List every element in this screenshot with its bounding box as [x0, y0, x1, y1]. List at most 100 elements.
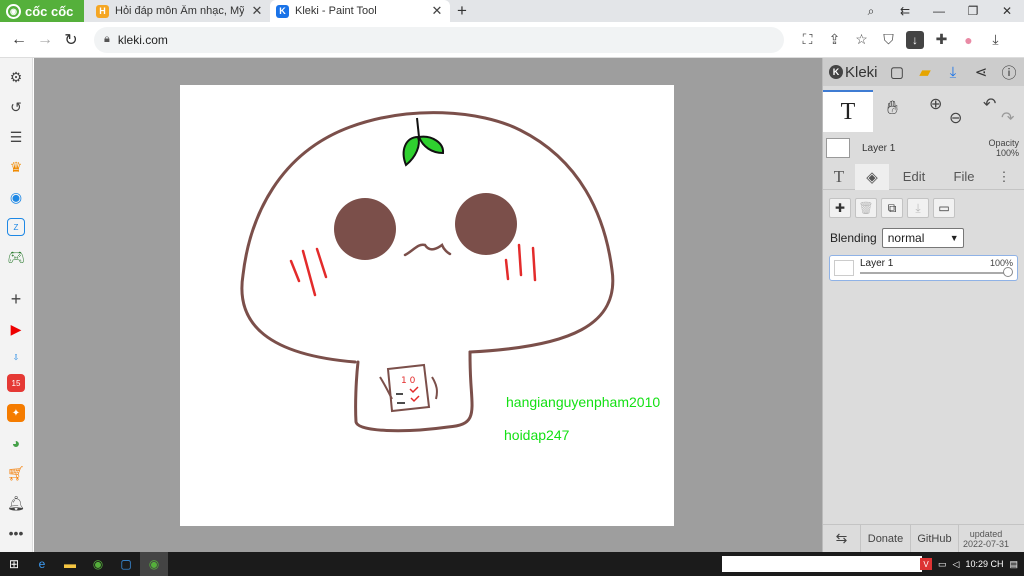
- zalo-icon[interactable]: Z: [7, 218, 25, 236]
- windows-start-icon[interactable]: ⊞: [0, 552, 28, 576]
- tab-kleki[interactable]: K Kleki - Paint Tool ✕: [270, 0, 450, 22]
- volume-icon[interactable]: ◁: [953, 559, 960, 570]
- leaf-right: [417, 135, 445, 155]
- github-link[interactable]: GitHub: [911, 524, 959, 553]
- system-tray: ⌃ V ▭ ◁ 10:29 CH ▤: [906, 552, 1018, 576]
- zoom-in-icon[interactable]: ⊕: [929, 94, 942, 114]
- drawing-canvas[interactable]: 1 0 hangianguyenpham2010 hoidap247: [180, 85, 674, 526]
- text-tool-button[interactable]: T: [823, 90, 873, 132]
- eye-right: [455, 193, 517, 255]
- share-icon[interactable]: ⇪: [821, 31, 848, 48]
- vivaldi-tray-icon[interactable]: V: [920, 558, 933, 570]
- save-download-icon[interactable]: ⤓: [939, 64, 967, 81]
- zalo-taskbar-icon[interactable]: ▢: [112, 552, 140, 576]
- history-icon[interactable]: ↺: [7, 98, 25, 116]
- layer-preview-name: Layer 1: [862, 142, 896, 154]
- game-icon[interactable]: 🎮︎: [7, 248, 25, 266]
- extensions-icon[interactable]: ✚: [928, 31, 955, 48]
- eye-left: [334, 198, 396, 260]
- layer-list-item[interactable]: Layer 1 100%: [829, 255, 1018, 281]
- back-history-icon[interactable]: ⇇: [888, 4, 922, 18]
- blending-control: Blending normal ▼: [830, 228, 964, 248]
- new-image-icon[interactable]: ▢: [883, 63, 911, 81]
- reload-icon[interactable]: ↻: [58, 30, 84, 50]
- kleki-header: K Kleki ▢ ▰ ⤓ ⋖ ⓘ: [823, 58, 1024, 86]
- back-icon[interactable]: ←: [6, 31, 32, 49]
- bookmark-star-icon[interactable]: ☆: [848, 31, 875, 48]
- layer-opacity-track[interactable]: [860, 272, 1007, 274]
- forward-icon[interactable]: →: [32, 31, 58, 49]
- lock-icon: 🔒︎: [104, 33, 110, 45]
- opacity-label: Opacity: [988, 138, 1019, 148]
- coccoc-logo-icon: ◉: [6, 3, 21, 19]
- shield-icon[interactable]: ⛉: [875, 31, 902, 48]
- downloads-icon[interactable]: ⤓: [982, 31, 1009, 48]
- notification-center-icon[interactable]: ▤: [1009, 559, 1018, 570]
- signature-hangianguyenpham2010: hangianguyenpham2010: [506, 394, 661, 410]
- help-icon[interactable]: ⓘ: [995, 62, 1023, 83]
- share-icon[interactable]: ⋖: [967, 63, 995, 81]
- signature-hoidap247: hoidap247: [504, 427, 570, 443]
- kleki-logo[interactable]: K Kleki: [823, 64, 883, 81]
- layer-opacity-slider[interactable]: [1003, 267, 1013, 277]
- calendar-icon[interactable]: 15: [7, 374, 25, 392]
- file-explorer-icon[interactable]: ▬: [56, 552, 84, 576]
- preview-opacity: Opacity 100%: [988, 138, 1019, 158]
- tab-file[interactable]: File: [939, 164, 989, 190]
- clock-time[interactable]: 10:29 CH: [965, 559, 1003, 569]
- coccoc-brand[interactable]: ◉ cốc cốc: [0, 0, 84, 22]
- settings-icon[interactable]: ⚙: [7, 68, 25, 86]
- edge-icon[interactable]: e: [28, 552, 56, 576]
- coccoc-taskbar-icon[interactable]: ◉: [84, 552, 112, 576]
- notification-bell-icon[interactable]: 🔔︎: [7, 494, 25, 512]
- translate-icon[interactable]: ⛶: [794, 31, 821, 48]
- duplicate-layer-icon[interactable]: ⧉: [881, 198, 903, 218]
- text-tool-label: T: [840, 98, 856, 125]
- address-bar: ← → ↻ 🔒︎ kleki.com ⛶ ⇪ ☆ ⛉ ↓ ✚ ● ⤓: [0, 22, 1024, 58]
- tray-chevron-icon[interactable]: ⌃: [906, 559, 914, 570]
- pig-extension-icon[interactable]: ●: [955, 32, 982, 48]
- reading-list-icon[interactable]: ☰: [7, 128, 25, 146]
- tab-search-icon[interactable]: ⌕: [854, 4, 888, 19]
- tab-layers-icon[interactable]: ◈: [855, 163, 889, 190]
- extension-area: ⛶ ⇪ ☆ ⛉ ↓ ✚ ● ⤓: [794, 30, 1009, 49]
- add-layer-icon[interactable]: ✚: [829, 198, 851, 218]
- add-shortcut-icon[interactable]: +: [7, 289, 25, 309]
- redo-icon[interactable]: ↷: [1001, 108, 1014, 128]
- taskbar-search-field[interactable]: [722, 556, 922, 572]
- hand-tool-icon[interactable]: ✋︎: [887, 98, 898, 120]
- rename-layer-icon[interactable]: ▭: [933, 198, 955, 218]
- messenger-icon[interactable]: ◉: [7, 188, 25, 206]
- blending-select[interactable]: normal ▼: [881, 228, 964, 248]
- close-window-icon[interactable]: ✕: [990, 4, 1024, 18]
- url-field[interactable]: 🔒︎ kleki.com: [94, 26, 784, 53]
- delete-layer-icon[interactable]: 🗑︎: [855, 198, 877, 218]
- youtube-icon[interactable]: ▶: [7, 320, 25, 338]
- close-tab-icon[interactable]: ✕: [430, 3, 444, 19]
- more-menu-icon[interactable]: ⋮: [989, 164, 1019, 190]
- shopping-cart-icon[interactable]: 🛒︎: [7, 464, 25, 482]
- crown-icon[interactable]: ♛: [7, 158, 25, 176]
- open-folder-icon[interactable]: ▰: [911, 63, 939, 81]
- close-tab-icon[interactable]: ✕: [250, 3, 264, 19]
- download-page-icon[interactable]: ↓: [906, 30, 924, 49]
- swap-side-icon[interactable]: ⇆: [823, 524, 861, 553]
- layer-thumbnail[interactable]: [826, 138, 850, 158]
- canvas-workspace[interactable]: 1 0 hangianguyenpham2010 hoidap247: [34, 58, 822, 552]
- zoom-out-icon[interactable]: ⊖: [949, 108, 962, 128]
- tab-edit[interactable]: Edit: [889, 164, 939, 190]
- restore-icon[interactable]: ❐: [956, 4, 990, 18]
- more-icon[interactable]: •••: [7, 524, 25, 542]
- tab-hoidap[interactable]: H Hỏi đáp môn Âm nhạc, Mỹ thuật ✕: [90, 0, 270, 22]
- download-small-icon[interactable]: ⇩: [7, 348, 25, 366]
- merge-down-icon[interactable]: ⤓: [907, 198, 929, 218]
- tab-tool-settings[interactable]: T: [823, 164, 855, 190]
- coccoc-app-icon[interactable]: ◕: [7, 434, 25, 452]
- minimize-icon[interactable]: —: [922, 4, 956, 18]
- coccoc-active-taskbar-icon[interactable]: ◉: [140, 552, 168, 576]
- donate-link[interactable]: Donate: [861, 524, 911, 553]
- undo-icon[interactable]: ↶: [983, 94, 996, 114]
- new-tab-button[interactable]: +: [450, 0, 474, 22]
- ticket-icon[interactable]: ✦: [7, 404, 25, 422]
- network-icon[interactable]: ▭: [938, 559, 947, 570]
